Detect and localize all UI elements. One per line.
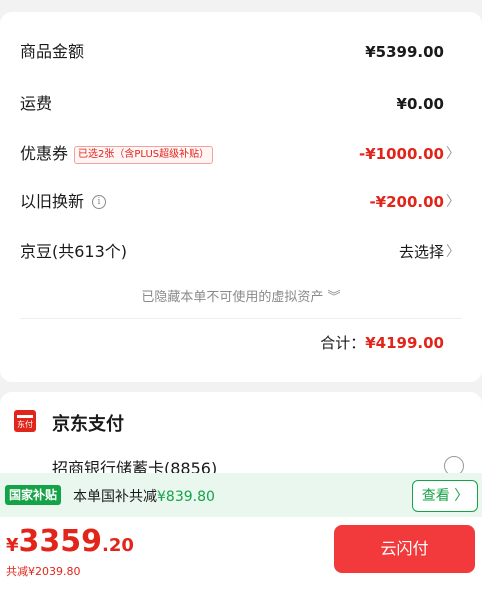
hidden-assets-toggle[interactable]: 已隐藏本单不可使用的虚拟资产 ︾	[0, 286, 482, 305]
price-decimal: .20	[102, 535, 134, 556]
goods-amount-label: 商品金额	[20, 42, 85, 61]
view-subsidy-button[interactable]: 查看 〉	[412, 480, 478, 512]
coupon-row[interactable]: 优惠券 已选2张（含PLUS超级补贴） -¥1000.00 〉	[0, 134, 482, 174]
final-price: ¥3359.20	[6, 524, 134, 559]
national-subsidy-text: 本单国补共减¥839.80	[73, 486, 215, 506]
pay-button[interactable]: 云闪付	[334, 525, 475, 573]
divider	[20, 318, 462, 319]
subsidy-amount: ¥839.80	[157, 489, 215, 505]
payment-method-title: 京东支付	[52, 414, 124, 435]
national-subsidy-tag: 国家补贴	[5, 485, 62, 505]
shipping-row: 运费 ¥0.00	[0, 84, 482, 124]
price-currency: ¥	[6, 535, 19, 556]
jd-pay-logo-icon: 东付	[14, 410, 36, 432]
goods-amount-row: 商品金额 ¥5399.00	[0, 32, 482, 72]
trade-in-value: -¥200.00	[369, 193, 444, 211]
chevron-right-icon: 〉	[446, 194, 460, 210]
subsidy-text-prefix: 本单国补共减	[73, 489, 157, 505]
goods-amount-value: ¥5399.00	[365, 43, 444, 61]
chevron-right-icon: 〉	[446, 146, 460, 162]
order-total: 合计：¥4199.00	[320, 332, 444, 353]
trade-in-row[interactable]: 以旧换新 i -¥200.00 〉	[0, 182, 482, 222]
total-value: ¥4199.00	[365, 334, 444, 352]
total-saved: 共减¥2039.80	[6, 565, 81, 578]
coupon-selected-tag: 已选2张（含PLUS超级补贴）	[74, 146, 214, 164]
jd-beans-label: 京豆(共613个)	[20, 242, 128, 261]
shipping-value: ¥0.00	[396, 95, 444, 113]
trade-in-label: 以旧换新	[20, 192, 85, 211]
coupon-label: 优惠券	[20, 144, 69, 163]
jd-pay-logo-text: 东付	[17, 420, 33, 429]
total-label: 合计：	[320, 334, 366, 352]
price-integer: 3359	[18, 524, 103, 559]
chevron-right-icon: 〉	[446, 244, 460, 260]
shipping-label: 运费	[20, 94, 53, 113]
coupon-value: -¥1000.00	[359, 145, 444, 163]
jd-beans-row[interactable]: 京豆(共613个) 去选择 〉	[0, 232, 482, 272]
info-icon[interactable]: i	[92, 195, 106, 209]
jd-beans-select: 去选择	[398, 243, 444, 261]
